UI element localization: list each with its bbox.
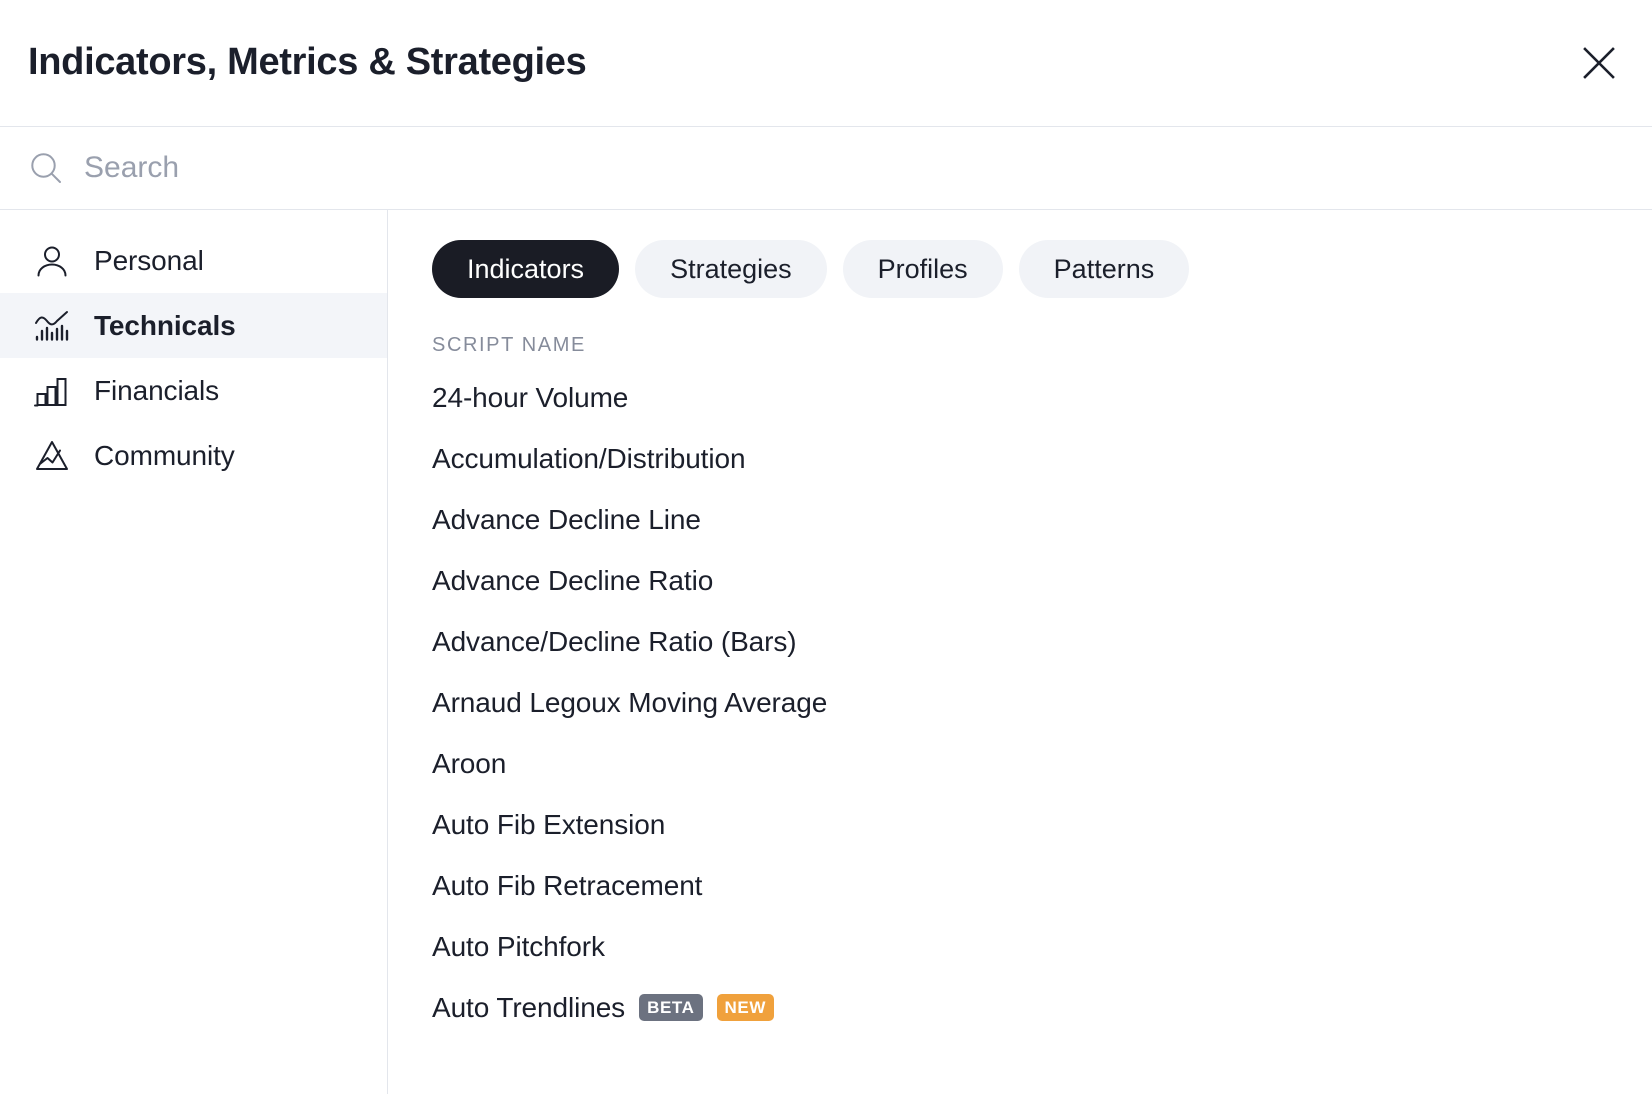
sidebar-item-financials[interactable]: Financials [0,358,387,423]
category-sidebar: Personal Technicals Financials Community [0,210,388,1094]
indicators-modal: Indicators, Metrics & Strategies Search … [0,0,1652,1094]
search-input[interactable] [84,144,1624,192]
search-icon [28,150,64,186]
mountain-icon [32,436,72,476]
script-list-pane: Indicators Strategies Profiles Patterns … [388,210,1652,1094]
modal-body: Personal Technicals Financials Community… [0,210,1652,1094]
script-name: Auto Fib Retracement [432,869,703,901]
sidebar-item-technicals[interactable]: Technicals [0,293,387,358]
sidebar-item-label: Personal [94,244,204,276]
list-item[interactable]: Aroon [388,733,1652,794]
status-badge-new: NEW [716,994,774,1021]
tab-strategies[interactable]: Strategies [635,240,827,298]
list-item[interactable]: Advance Decline Line [388,489,1652,550]
list-item[interactable]: Auto Pitchfork [388,916,1652,977]
status-badge-beta: BETA [639,994,703,1021]
tab-patterns[interactable]: Patterns [1018,240,1190,298]
close-icon [1582,46,1616,80]
column-header-script-name: Script name [432,334,586,356]
script-name: Arnaud Legoux Moving Average [432,686,828,718]
line-bars-icon [32,306,72,346]
list-item[interactable]: Auto Trendlines BETA NEW [388,977,1652,1038]
modal-header: Indicators, Metrics & Strategies [0,0,1652,127]
sidebar-item-community[interactable]: Community [0,423,387,488]
script-name: Advance Decline Ratio [432,564,714,596]
person-icon [32,241,72,281]
script-name: 24-hour Volume [432,381,629,413]
search-bar[interactable] [0,127,1652,210]
sidebar-item-label: Community [94,439,235,471]
script-name: Auto Trendlines [432,991,626,1023]
tab-profiles[interactable]: Profiles [842,240,1003,298]
script-name: Advance/Decline Ratio (Bars) [432,625,797,657]
list-item[interactable]: Auto Fib Extension [388,794,1652,855]
script-name: Advance Decline Line [432,503,701,535]
close-button[interactable] [1570,34,1628,92]
script-list: 24-hour Volume Accumulation/Distribution… [388,367,1652,1038]
list-item[interactable]: Arnaud Legoux Moving Average [388,672,1652,733]
list-item[interactable]: Accumulation/Distribution [388,428,1652,489]
tab-indicators[interactable]: Indicators [432,240,620,298]
script-name: Aroon [432,747,507,779]
list-item[interactable]: Advance/Decline Ratio (Bars) [388,611,1652,672]
tab-bar: Indicators Strategies Profiles Patterns [388,240,1652,298]
sidebar-item-personal[interactable]: Personal [0,228,387,293]
list-item[interactable]: 24-hour Volume [388,367,1652,428]
bar-chart-icon [32,371,72,411]
sidebar-item-label: Financials [94,374,220,406]
script-name: Accumulation/Distribution [432,442,746,474]
page-title: Indicators, Metrics & Strategies [28,41,587,84]
sidebar-item-label: Technicals [94,309,236,341]
list-item[interactable]: Advance Decline Ratio [388,550,1652,611]
script-name: Auto Pitchfork [432,930,605,962]
script-name: Auto Fib Extension [432,808,666,840]
list-item[interactable]: Auto Fib Retracement [388,855,1652,916]
